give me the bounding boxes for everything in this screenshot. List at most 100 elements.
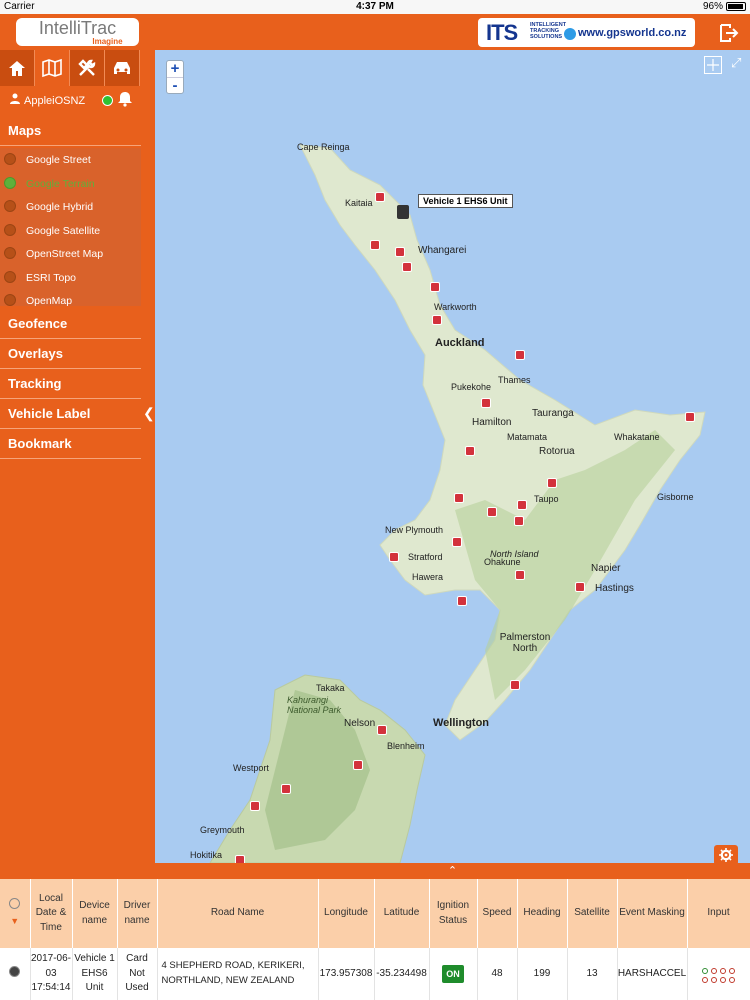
- column-header[interactable]: Event Masking: [617, 879, 688, 948]
- event-table: ▼ Local Date & Time Device name Driver n…: [0, 879, 750, 1000]
- battery-indicator: 96%: [703, 1, 746, 12]
- map-option-google-terrain[interactable]: Google Terrain: [0, 172, 141, 196]
- radio-icon[interactable]: [4, 153, 16, 165]
- car-icon[interactable]: [105, 50, 140, 86]
- event-cell: HARSHACCEL: [617, 948, 688, 1000]
- road-marker: [402, 262, 412, 272]
- tracking-section-header[interactable]: Tracking: [0, 369, 141, 399]
- column-header[interactable]: Driver name: [117, 879, 158, 948]
- device-cell: Vehicle 1 EHS6 Unit: [72, 948, 118, 1000]
- radio-icon[interactable]: [4, 223, 16, 236]
- land-shapes: [209, 144, 706, 863]
- bell-icon[interactable]: [118, 91, 132, 110]
- map-option-esri-topo[interactable]: ESRI Topo: [0, 266, 141, 290]
- fit-bounds-icon[interactable]: [704, 56, 722, 74]
- place-label: Palmerston North: [499, 632, 551, 654]
- road-marker: [515, 570, 525, 580]
- road-marker: [389, 552, 399, 562]
- select-all-checkbox[interactable]: [9, 897, 21, 909]
- place-label: Rotorua: [539, 446, 575, 457]
- zoom-in-button[interactable]: +: [167, 61, 183, 77]
- radio-icon[interactable]: [4, 294, 16, 306]
- place-label: Warkworth: [434, 302, 477, 312]
- collapse-sidebar-icon[interactable]: ❮: [143, 405, 155, 422]
- map-icon[interactable]: [35, 50, 70, 86]
- status-bar: Carrier 4:37 PM 96%: [0, 0, 750, 14]
- ignition-cell: ON: [429, 948, 478, 1000]
- radio-icon[interactable]: [4, 200, 16, 212]
- map-option-google-hybrid[interactable]: Google Hybrid: [0, 195, 141, 219]
- column-header[interactable]: Local Date & Time: [30, 879, 73, 948]
- maps-section-header[interactable]: Maps: [0, 116, 141, 146]
- place-label: Hastings: [595, 583, 634, 594]
- select-all-header[interactable]: ▼: [0, 879, 31, 948]
- column-header[interactable]: Longitude: [318, 879, 375, 948]
- map-option-google-street[interactable]: Google Street: [0, 148, 141, 172]
- home-icon[interactable]: [0, 50, 35, 86]
- road-marker: [452, 537, 462, 547]
- its-logo: ITS: [486, 20, 518, 45]
- road-marker: [454, 493, 464, 503]
- table-row[interactable]: 2017-06-03 17:54:14 Vehicle 1 EHS6 Unit …: [0, 948, 750, 1000]
- column-header[interactable]: Ignition Status: [429, 879, 478, 948]
- radio-icon[interactable]: [4, 247, 16, 259]
- radio-icon[interactable]: [4, 270, 16, 283]
- place-label: Auckland: [435, 337, 485, 349]
- map-option-google-satellite[interactable]: Google Satellite: [0, 219, 141, 243]
- road-marker: [375, 192, 385, 202]
- expand-panel-icon[interactable]: ⌃: [155, 863, 750, 879]
- place-label: Gisborne: [657, 492, 694, 502]
- overlays-section-header[interactable]: Overlays: [0, 339, 141, 369]
- place-label: Kaitaia: [345, 198, 373, 208]
- road-marker: [514, 516, 524, 526]
- map-option-openmap[interactable]: OpenMap: [0, 289, 141, 306]
- place-label: Thames: [498, 375, 531, 385]
- place-label: Westport: [233, 763, 269, 773]
- intellitrac-logo: IntelliTrac Imagine: [16, 18, 139, 46]
- user-row: AppleiOSNZ: [0, 88, 141, 114]
- road-marker: [353, 760, 363, 770]
- bookmark-section-header[interactable]: Bookmark: [0, 429, 141, 459]
- map-option-openstreet-map[interactable]: OpenStreet Map: [0, 242, 141, 266]
- column-header[interactable]: Road Name: [157, 879, 319, 948]
- sort-arrow-icon[interactable]: ▼: [10, 916, 19, 926]
- row-select-cell[interactable]: [0, 948, 31, 1000]
- vehicle-label[interactable]: Vehicle 1 EHS6 Unit: [418, 194, 513, 208]
- username: AppleiOSNZ: [24, 95, 86, 107]
- longitude-cell: 173.957308: [318, 948, 375, 1000]
- column-header[interactable]: Heading: [517, 879, 568, 948]
- sidebar: AppleiOSNZ Maps Google Street Google Ter…: [0, 50, 155, 880]
- map-settings-icon[interactable]: [714, 845, 738, 863]
- tools-icon[interactable]: [70, 50, 105, 86]
- logout-icon[interactable]: [718, 22, 740, 44]
- vehicle-label-section-header[interactable]: Vehicle Label: [0, 399, 141, 429]
- app-header: IntelliTrac Imagine ITS INTELLIGENT TRAC…: [0, 14, 750, 50]
- online-status-icon: [102, 95, 113, 106]
- row-checkbox[interactable]: [9, 965, 21, 977]
- place-label: Greymouth: [200, 825, 245, 835]
- input-dot-icon: [711, 976, 717, 983]
- place-label: Whakatane: [614, 432, 660, 442]
- place-label: Taupo: [534, 494, 559, 504]
- radio-icon[interactable]: [4, 176, 16, 189]
- geofence-section-header[interactable]: Geofence: [0, 309, 141, 339]
- its-tagline: INTELLIGENT TRACKING SOLUTIONS: [530, 22, 567, 40]
- fullscreen-icon[interactable]: ⤢: [731, 55, 741, 71]
- column-header[interactable]: Speed: [477, 879, 518, 948]
- column-header[interactable]: Latitude: [374, 879, 430, 948]
- place-label: Pukekohe: [451, 382, 492, 392]
- vehicle-marker-icon[interactable]: [397, 205, 409, 219]
- column-header[interactable]: Device name: [72, 879, 118, 948]
- map-view[interactable]: + - ⤢ Cape Reinga Kaitaia Whangarei Wark…: [155, 50, 750, 863]
- ignition-status-badge: ON: [442, 964, 464, 983]
- place-label: Tauranga: [532, 408, 574, 419]
- road-marker: [457, 596, 467, 606]
- road-marker: [517, 500, 527, 510]
- place-label: Nelson: [344, 718, 376, 729]
- column-header[interactable]: Input: [687, 879, 750, 948]
- input-dot-icon: [702, 967, 708, 974]
- place-label: Ohakune: [484, 557, 521, 567]
- column-header[interactable]: Satellite: [567, 879, 618, 948]
- place-label: Hawera: [412, 572, 444, 582]
- zoom-out-button[interactable]: -: [167, 78, 183, 94]
